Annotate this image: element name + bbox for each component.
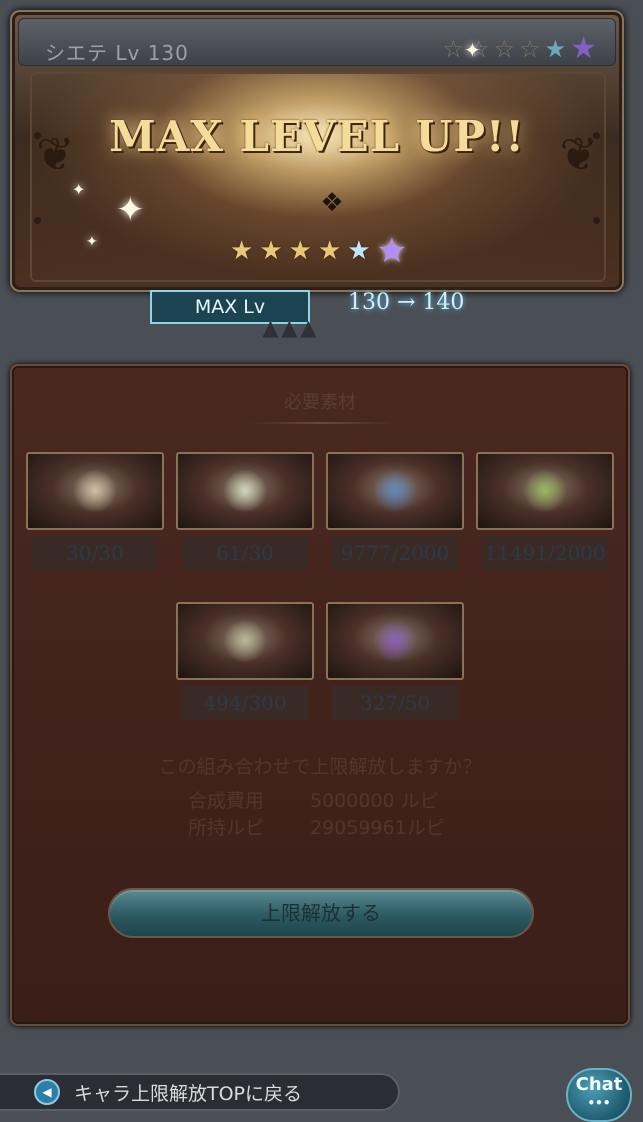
material-thumbnail (326, 452, 464, 530)
required-materials-panel: 必要素材 30/30 61/30 9777/2000 11491/2000 49… (10, 364, 630, 1026)
triangle-icon: ▲ (299, 316, 317, 341)
star-icon: ★ (347, 236, 371, 266)
triangle-icon: ▲ (262, 316, 279, 341)
max-level-up-title: MAX LEVEL UP!! (109, 112, 525, 161)
material-icon (72, 470, 118, 512)
material-icon (222, 620, 268, 662)
material-thumbnail (176, 452, 314, 530)
character-header: シエテ Lv 130 ☆ ☆ ☆ ☆ ★ ★ (18, 18, 616, 66)
material-icon (522, 470, 568, 512)
character-name: シエテ Lv 130 (45, 41, 189, 65)
material-item[interactable]: 9777/2000 (326, 452, 464, 570)
material-count: 11491/2000 (482, 536, 608, 570)
material-icon (222, 470, 268, 512)
owned-rupie-label: 所持ルピ (188, 817, 265, 839)
material-icon (372, 470, 418, 512)
chat-button[interactable]: Chat ••• (566, 1068, 632, 1122)
max-level-banner: シエテ Lv 130 ☆ ☆ ☆ ☆ ★ ★ ❦ ❦ MAX LEVEL UP!… (10, 10, 624, 292)
rivet-icon (593, 217, 600, 224)
material-count: 30/30 (32, 536, 158, 570)
sparkle-icon: ✦ (86, 234, 98, 250)
chat-label: Chat (575, 1074, 623, 1095)
material-thumbnail (26, 452, 164, 530)
material-item[interactable]: 61/30 (176, 452, 314, 570)
confirm-question: この組み合わせで上限解放しますか？ (158, 756, 482, 778)
material-icon (372, 620, 418, 662)
material-item[interactable]: 30/30 (26, 452, 164, 570)
material-item[interactable]: 11491/2000 (476, 452, 614, 570)
cost-info: 合成費用 5000000 ルピ 所持ルピ 29059961ルピ (188, 788, 445, 842)
material-count: 9777/2000 (332, 536, 458, 570)
panel-title: 必要素材 (284, 392, 356, 413)
star-icon: ★ (317, 236, 342, 266)
chat-dots-icon: ••• (587, 1096, 611, 1110)
star-icon: ★ (230, 236, 254, 266)
cost-value: 5000000 ルピ (310, 790, 439, 812)
divider (250, 422, 394, 424)
star-icon: ★ (288, 236, 312, 266)
rivet-icon (34, 217, 41, 224)
back-arrow-icon: ◀ (34, 1079, 60, 1105)
back-to-uncap-top-button[interactable]: ◀ キャラ上限解放TOPに戻る (0, 1073, 400, 1111)
star-icon: ★ (259, 236, 283, 266)
material-thumbnail (326, 602, 464, 680)
down-arrows: ▲ ▲ ▲ (262, 316, 317, 341)
star-icon: ☆ (493, 35, 516, 63)
level-change: 130 → 140 (348, 290, 465, 315)
material-count: 61/30 (182, 536, 308, 570)
star-icon: ☆ (442, 35, 465, 63)
sparkle-icon: ✦ (116, 190, 145, 230)
sparkle-icon: ✦ (72, 180, 86, 199)
uncap-button[interactable]: 上限解放する (108, 888, 534, 938)
material-count: 327/50 (332, 686, 458, 720)
sparkle-icon: ✦ (464, 38, 481, 62)
material-thumbnail (476, 452, 614, 530)
rank-stars: ★ ★ ★ ★ ★ ★ (230, 231, 407, 271)
back-label: キャラ上限解放TOPに戻る (74, 1082, 303, 1105)
material-item[interactable]: 327/50 (326, 602, 464, 720)
owned-rupie-value: 29059961ルピ (310, 817, 445, 839)
material-count: 494/300 (182, 686, 308, 720)
star-icon: ★ (376, 231, 408, 271)
material-item[interactable]: 494/300 (176, 602, 314, 720)
crest-ornament-icon: ❖ (320, 188, 344, 218)
star-icon: ☆ (519, 35, 541, 63)
star-icon: ★ (570, 31, 597, 66)
star-icon: ★ (544, 35, 567, 63)
material-thumbnail (176, 602, 314, 680)
cost-label: 合成費用 (188, 790, 265, 812)
triangle-icon: ▲ (280, 316, 298, 341)
